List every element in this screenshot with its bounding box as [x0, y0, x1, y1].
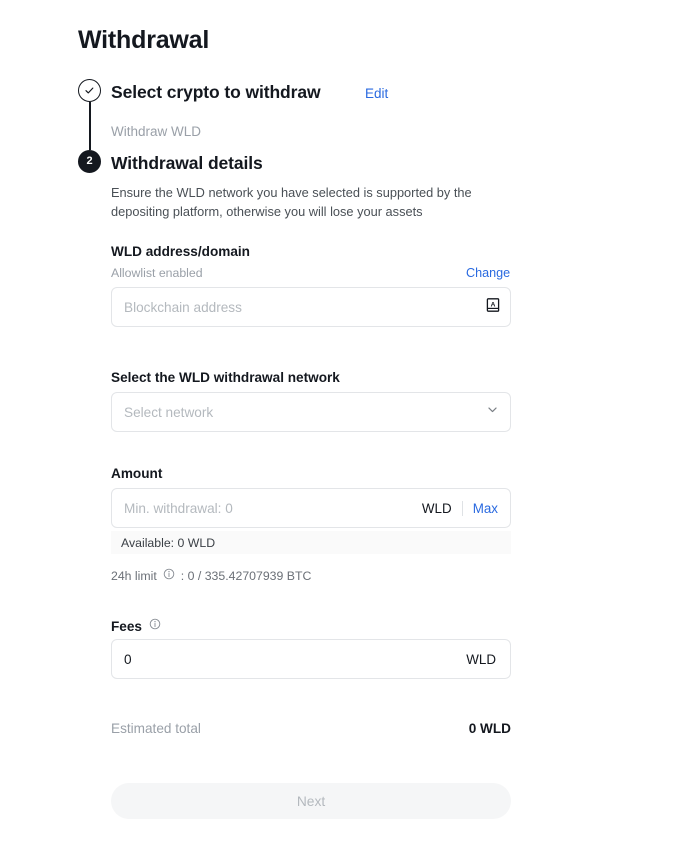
address-input[interactable]: Blockchain address	[112, 300, 476, 315]
network-select-value[interactable]: Select network	[112, 405, 474, 420]
fees-label-row: Fees	[111, 617, 161, 635]
next-button[interactable]: Next	[111, 783, 511, 819]
fees-info-icon[interactable]	[149, 617, 161, 635]
daily-limit-value: : 0 / 335.42707939 BTC	[181, 569, 312, 583]
amount-unit-label: WLD	[422, 501, 452, 516]
change-allowlist-link[interactable]: Change	[466, 266, 510, 280]
amount-unit-group: WLD Max	[422, 501, 510, 516]
available-balance-band: Available: 0 WLD	[111, 531, 511, 554]
step-1-indicator	[78, 79, 101, 102]
available-balance-label: Available: 0 WLD	[111, 536, 215, 550]
step-1-subtitle: Withdraw WLD	[111, 124, 201, 139]
max-amount-button[interactable]: Max	[473, 501, 498, 516]
address-book-icon: A	[485, 297, 501, 318]
step-1-title: Select crypto to withdraw	[111, 82, 320, 103]
check-icon	[84, 85, 95, 96]
page-title: Withdrawal	[78, 26, 209, 55]
step-2-indicator: 2	[78, 150, 101, 173]
network-field-label: Select the WLD withdrawal network	[111, 370, 340, 385]
chevron-down-icon	[486, 403, 499, 421]
stepper-connector	[89, 102, 91, 150]
step-2-number: 2	[86, 156, 92, 167]
step-2-description: Ensure the WLD network you have selected…	[111, 184, 526, 221]
address-book-button[interactable]: A	[476, 297, 510, 318]
daily-limit-row: 24h limit : 0 / 335.42707939 BTC	[111, 568, 311, 583]
fees-unit-label: WLD	[466, 652, 510, 667]
step-2-title: Withdrawal details	[111, 153, 263, 174]
network-select[interactable]: Select network	[111, 392, 511, 432]
address-field-label: WLD address/domain	[111, 244, 250, 259]
fees-input-wrapper: 0 WLD	[111, 639, 511, 679]
allowlist-status-label: Allowlist enabled	[111, 266, 203, 280]
amount-input-wrapper[interactable]: Min. withdrawal: 0 WLD Max	[111, 488, 511, 528]
amount-field-label: Amount	[111, 466, 162, 481]
amount-divider	[462, 501, 463, 516]
estimated-total-value: 0 WLD	[111, 721, 511, 736]
edit-crypto-link[interactable]: Edit	[365, 86, 388, 101]
svg-text:A: A	[491, 301, 496, 308]
info-icon[interactable]	[163, 568, 175, 583]
network-select-toggle[interactable]	[474, 403, 510, 421]
fees-value: 0	[112, 652, 466, 667]
amount-input[interactable]: Min. withdrawal: 0	[112, 501, 422, 516]
withdrawal-page: Withdrawal 2 Select crypto to withdraw E…	[0, 0, 694, 854]
fees-field-label: Fees	[111, 619, 142, 634]
address-input-wrapper[interactable]: Blockchain address A	[111, 287, 511, 327]
daily-limit-prefix: 24h limit	[111, 569, 157, 583]
